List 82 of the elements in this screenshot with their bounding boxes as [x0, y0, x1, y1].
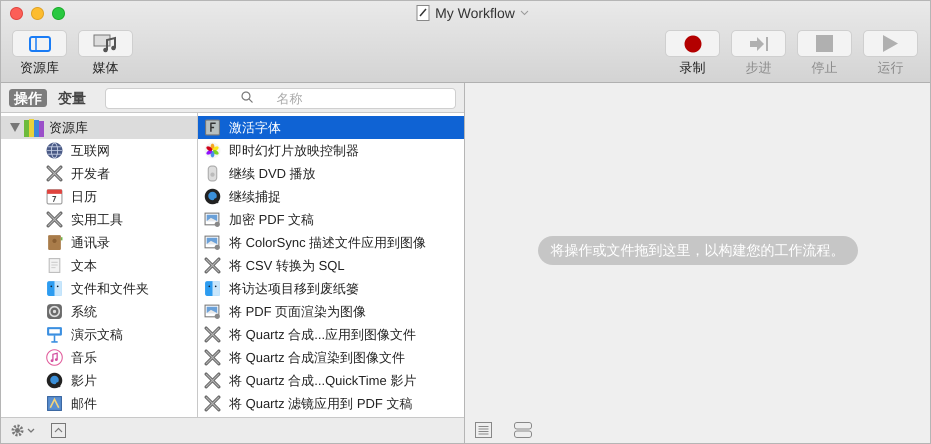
document-icon: [416, 5, 430, 21]
tools-icon: [204, 257, 221, 274]
sidebar-icon: [28, 36, 50, 52]
font-icon: [204, 119, 221, 136]
tree-item[interactable]: 互联网: [1, 139, 197, 162]
chevron-down-icon: [520, 10, 529, 16]
toolbar-label: 录制: [680, 60, 706, 76]
disclosure-triangle-icon[interactable]: [10, 123, 20, 132]
toolbar-button[interactable]: [12, 30, 67, 57]
tree-item[interactable]: 邮件: [1, 392, 197, 415]
action-item[interactable]: 激活字体: [198, 116, 464, 139]
window-title: My Workflow: [435, 4, 515, 23]
stop-icon: [816, 35, 833, 52]
close-button[interactable]: [10, 6, 23, 20]
globe-icon: [46, 142, 63, 159]
action-item[interactable]: 将 ColorSync 描述文件应用到图像: [198, 231, 464, 254]
media-icon: [92, 34, 118, 54]
action-item[interactable]: 即时幻灯片放映控制器: [198, 139, 464, 162]
search-field[interactable]: 名称: [105, 88, 456, 109]
workflow-hint: 将操作或文件拖到这里，以构建您的工作流程。: [538, 236, 858, 264]
tools-icon: [204, 372, 221, 389]
finder-icon: [204, 280, 221, 297]
music-note-icon: [46, 349, 63, 366]
tools-icon: [204, 326, 221, 343]
toolbar-label: 步进: [746, 60, 772, 76]
flower-icon: [204, 142, 221, 159]
tree-item[interactable]: 资源库: [1, 116, 197, 139]
tree-item[interactable]: 实用工具: [1, 208, 197, 231]
minimize-button[interactable]: [31, 6, 44, 20]
tools-icon: [204, 349, 221, 366]
collapse-icon[interactable]: [51, 423, 66, 438]
list-view-icon[interactable]: [475, 422, 492, 438]
image-icon: [204, 211, 221, 228]
action-item[interactable]: 继续 DVD 播放: [198, 162, 464, 185]
tools-icon: [46, 211, 63, 228]
contacts-icon: [46, 234, 63, 251]
action-item[interactable]: 将 Quartz 滤镜应用到 PDF 文稿: [198, 392, 464, 415]
calendar-icon: [46, 188, 63, 205]
tools-icon: [204, 395, 221, 412]
tree-item[interactable]: 文件和文件夹: [1, 277, 197, 300]
document-icon: [46, 257, 63, 274]
tools-icon: [46, 165, 63, 182]
tree-item[interactable]: 影片: [1, 369, 197, 392]
tab[interactable]: 操作: [9, 88, 47, 106]
zoom-button[interactable]: [52, 6, 65, 20]
action-item[interactable]: 将 Quartz 合成...QuickTime 影片: [198, 369, 464, 392]
toolbar-label: 资源库: [20, 60, 59, 76]
split-view-icon[interactable]: [514, 422, 532, 438]
quicktime-icon: [204, 188, 221, 205]
action-item[interactable]: 将访达项目移到废纸篓: [198, 277, 464, 300]
action-item[interactable]: 加密 PDF 文稿: [198, 208, 464, 231]
toolbar-button[interactable]: [78, 30, 133, 57]
toolbar-label: 运行: [878, 60, 904, 76]
step-icon: [748, 36, 768, 52]
action-item[interactable]: 将 CSV 转换为 SQL: [198, 254, 464, 277]
tree-item[interactable]: 音乐: [1, 346, 197, 369]
quicktime-icon: [46, 372, 63, 389]
stamp-icon: [46, 395, 63, 412]
gear-icon: [46, 303, 63, 320]
record-icon: [684, 34, 702, 52]
tab[interactable]: 变量: [53, 88, 91, 106]
finder-icon: [46, 280, 63, 297]
toolbar-label: 媒体: [92, 60, 118, 76]
books-icon: [24, 118, 45, 136]
toolbar-button[interactable]: [665, 30, 720, 57]
tree-item[interactable]: 开发者: [1, 162, 197, 185]
play-icon: [883, 35, 898, 52]
tree-item[interactable]: 通讯录: [1, 231, 197, 254]
tree-item[interactable]: 系统: [1, 300, 197, 323]
action-item[interactable]: 将 Quartz 合成渲染到图像文件: [198, 346, 464, 369]
tree-item[interactable]: 日历: [1, 185, 197, 208]
gear-menu-icon[interactable]: [11, 424, 37, 437]
search-icon: [241, 91, 253, 103]
presentation-icon: [46, 326, 63, 343]
tree-item[interactable]: 文本: [1, 254, 197, 277]
action-item[interactable]: 将 Quartz 合成...应用到图像文件: [198, 323, 464, 346]
toolbar-label: 停止: [812, 60, 838, 76]
action-item[interactable]: 将 PDF 页面渲染为图像: [198, 300, 464, 323]
image-icon: [204, 234, 221, 251]
action-item[interactable]: 继续捕捉: [198, 185, 464, 208]
tree-item[interactable]: 演示文稿: [1, 323, 197, 346]
image-icon: [204, 303, 221, 320]
